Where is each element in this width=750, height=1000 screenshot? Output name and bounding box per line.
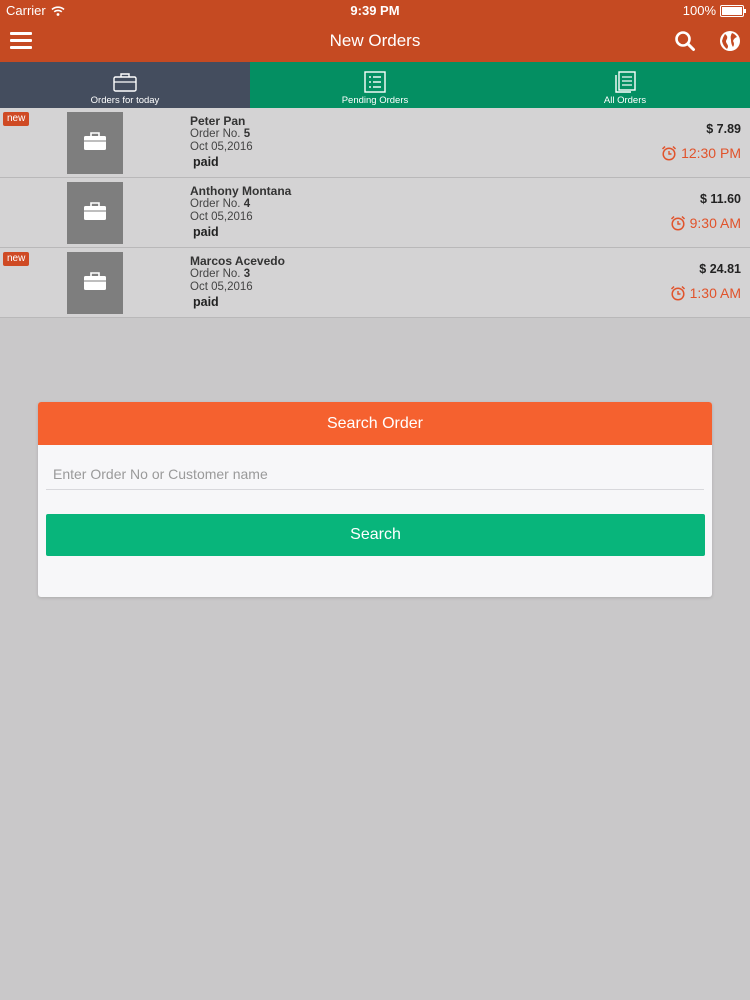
order-row[interactable]: new Peter Pan Order No. 5 Oct 05,2016 pa… xyxy=(0,108,750,178)
payment-status: paid xyxy=(193,155,219,169)
order-row[interactable]: new Marcos Acevedo Order No. 3 Oct 05,20… xyxy=(0,248,750,318)
order-price: $ 7.89 xyxy=(706,122,741,136)
order-row[interactable]: Anthony Montana Order No. 4 Oct 05,2016 … xyxy=(0,178,750,248)
search-input[interactable] xyxy=(46,458,704,490)
order-time-label: 1:30 AM xyxy=(689,285,741,301)
order-time-label: 12:30 PM xyxy=(681,145,741,161)
customer-name: Marcos Acevedo xyxy=(190,254,285,268)
documents-icon xyxy=(615,71,636,93)
status-bar: Carrier 9:39 PM 100% xyxy=(0,0,750,20)
navigation-bar: New Orders xyxy=(0,20,750,62)
order-number-value: 3 xyxy=(243,268,251,280)
customer-name: Peter Pan xyxy=(190,114,246,128)
search-button[interactable]: Search xyxy=(46,514,705,556)
briefcase-icon xyxy=(84,132,106,150)
order-number-prefix: Order No. xyxy=(190,268,244,280)
tab-all-orders[interactable]: All Orders xyxy=(500,62,750,108)
tab-pending-orders[interactable]: Pending Orders xyxy=(250,62,500,108)
order-date: Oct 05,2016 xyxy=(190,281,253,293)
tab-label: Orders for today xyxy=(90,95,160,106)
order-time: 1:30 AM xyxy=(670,285,741,301)
order-number: Order No. 5 xyxy=(190,128,250,140)
new-badge: new xyxy=(3,112,30,126)
globe-icon[interactable] xyxy=(718,29,742,53)
orders-list: new Peter Pan Order No. 5 Oct 05,2016 pa… xyxy=(0,108,750,318)
order-number-value: 4 xyxy=(243,198,251,210)
order-number-value: 5 xyxy=(243,128,251,140)
order-number-prefix: Order No. xyxy=(190,198,244,210)
tab-label: Pending Orders xyxy=(341,95,409,106)
order-number-prefix: Order No. xyxy=(190,128,244,140)
search-icon[interactable] xyxy=(674,30,696,52)
alarm-clock-icon xyxy=(670,215,685,231)
briefcase-icon xyxy=(84,272,106,290)
dialog-title: Search Order xyxy=(38,402,712,445)
order-thumbnail xyxy=(67,112,123,174)
order-date: Oct 05,2016 xyxy=(190,211,253,223)
order-thumbnail xyxy=(67,252,123,314)
status-time: 9:39 PM xyxy=(350,3,400,18)
payment-status: paid xyxy=(193,295,219,309)
alarm-clock-icon xyxy=(662,145,677,161)
order-time: 9:30 AM xyxy=(670,215,741,231)
checklist-icon xyxy=(364,71,386,93)
order-number: Order No. 4 xyxy=(190,198,250,210)
order-thumbnail xyxy=(67,182,123,244)
alarm-clock-icon xyxy=(670,285,685,301)
new-badge: new xyxy=(3,252,30,266)
order-date: Oct 05,2016 xyxy=(190,141,253,153)
briefcase-icon xyxy=(113,73,137,92)
tab-orders-for-today[interactable]: Orders for today xyxy=(0,62,250,108)
tab-label: All Orders xyxy=(603,95,647,106)
battery-info: 100% xyxy=(682,3,746,18)
order-number: Order No. 3 xyxy=(190,268,250,280)
briefcase-icon xyxy=(84,202,106,220)
order-time: 12:30 PM xyxy=(661,145,741,161)
tab-bar: Orders for today Pending Orders All Orde… xyxy=(0,62,750,108)
payment-status: paid xyxy=(193,225,219,239)
order-price: $ 24.81 xyxy=(699,262,741,276)
order-price: $ 11.60 xyxy=(699,192,741,206)
page-title: New Orders xyxy=(329,31,421,50)
battery-icon xyxy=(720,4,746,17)
battery-percentage: 100% xyxy=(682,3,716,18)
order-time-label: 9:30 AM xyxy=(689,215,741,231)
search-order-dialog: Search Order Search xyxy=(38,402,712,597)
customer-name: Anthony Montana xyxy=(190,184,292,198)
